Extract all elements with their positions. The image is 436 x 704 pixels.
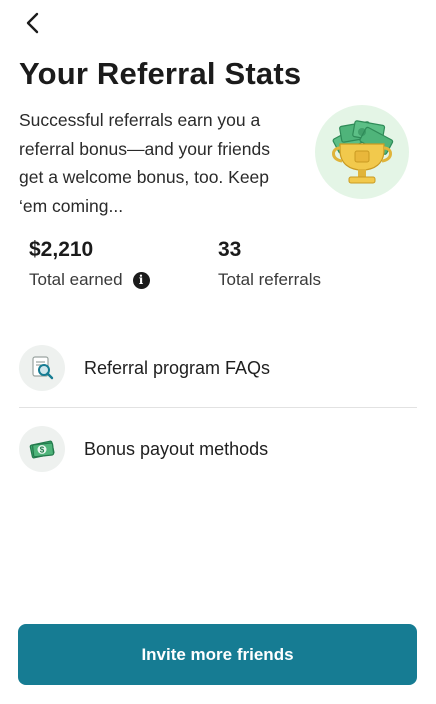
chevron-left-icon	[26, 12, 39, 34]
divider	[19, 407, 417, 408]
referral-description: Successful referrals earn you a referral…	[19, 110, 270, 216]
cash-icon: $	[29, 440, 55, 459]
info-icon[interactable]: i	[132, 271, 150, 289]
total-earned-value: $2,210	[29, 238, 94, 261]
bonus-payout-methods-label: Bonus payout methods	[84, 438, 269, 459]
referral-stats-screen: Your Referral Stats Successful referrals…	[0, 0, 436, 704]
total-earned-stat: $2,210 Total earned i	[29, 236, 150, 290]
bonus-payout-methods-link[interactable]: $ Bonus payout methods	[19, 417, 417, 481]
trophy-with-cash-icon	[315, 105, 409, 199]
total-referrals-value: 33	[218, 238, 242, 261]
total-earned-label: Total earned	[29, 270, 123, 289]
document-search-icon	[32, 356, 54, 380]
svg-text:$: $	[40, 446, 45, 455]
page-title: Your Referral Stats	[19, 56, 302, 91]
total-referrals-stat: 33 Total referrals	[218, 236, 321, 290]
invite-more-friends-button[interactable]: Invite more friends	[18, 624, 417, 685]
total-referrals-label: Total referrals	[218, 270, 321, 289]
referral-faqs-link[interactable]: Referral program FAQs	[19, 336, 417, 400]
back-button[interactable]	[18, 8, 48, 38]
referral-faqs-label: Referral program FAQs	[84, 357, 271, 378]
